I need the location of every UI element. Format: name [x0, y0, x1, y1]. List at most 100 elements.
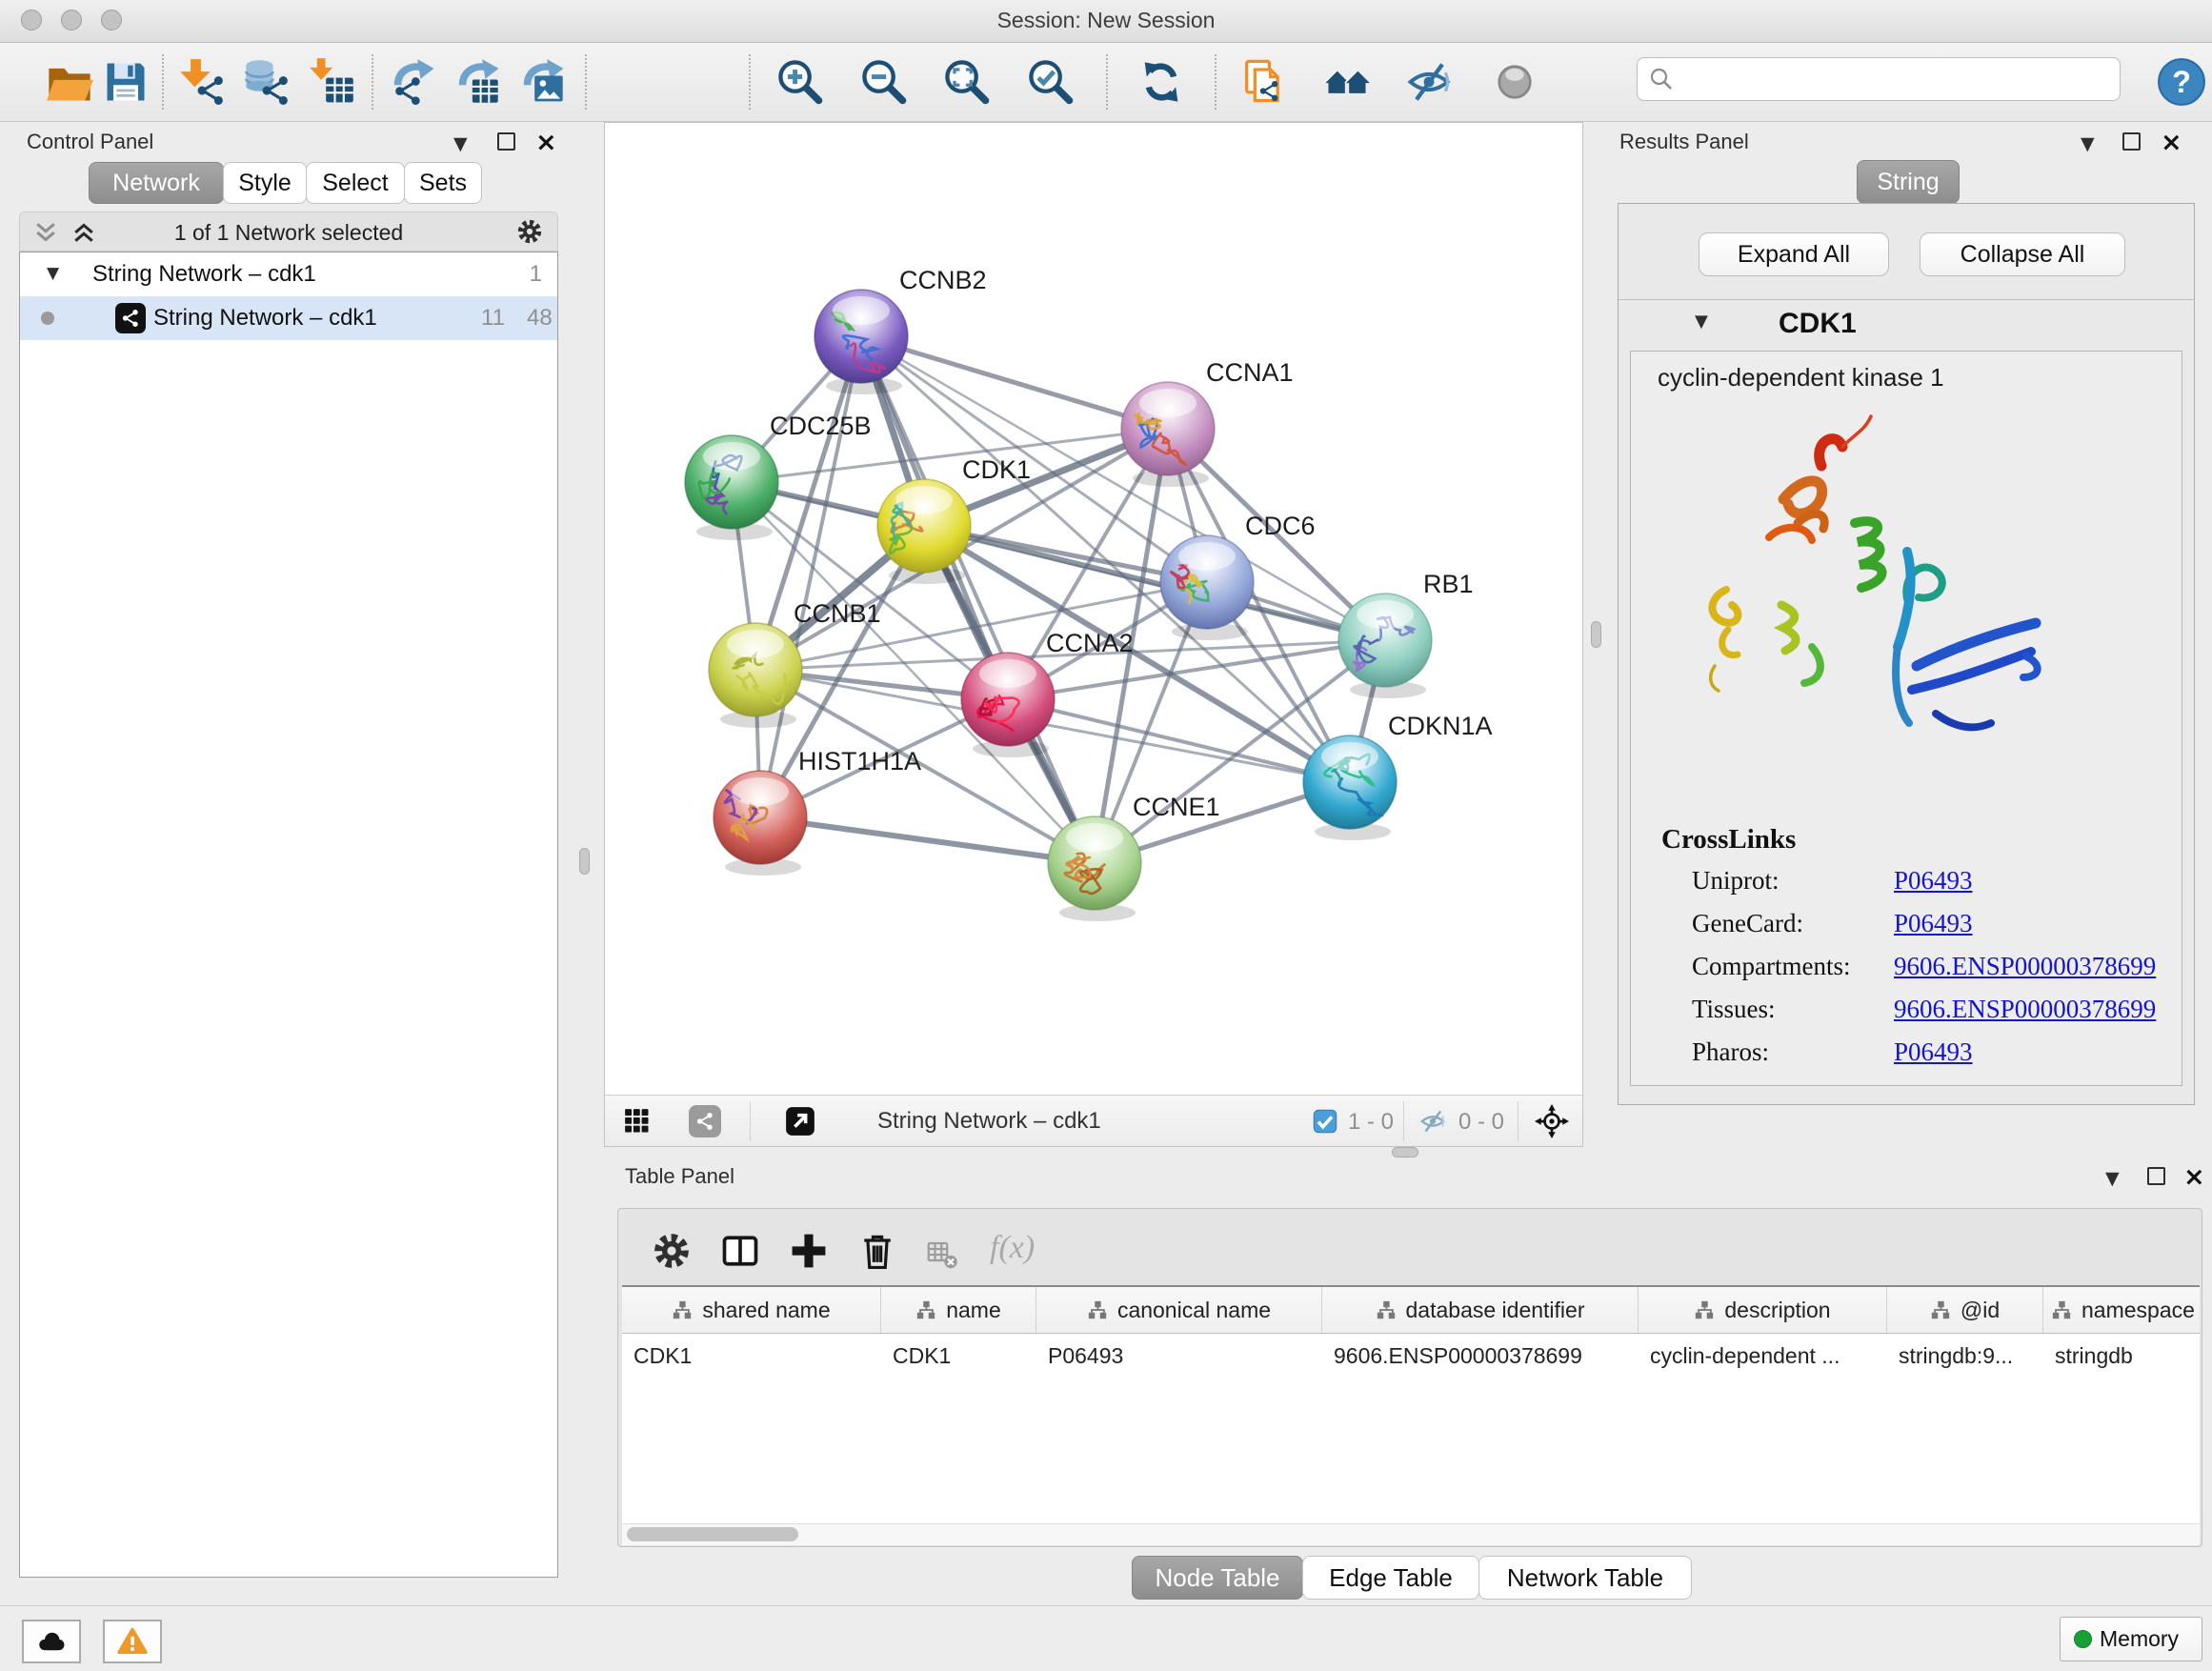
zoom-fit-button[interactable] [940, 55, 994, 109]
close-panel-icon[interactable]: × [2183, 1170, 2205, 1184]
collapse-panel-icon[interactable]: ▼ [2105, 1168, 2120, 1189]
results-button-row: Expand All Collapse All [1619, 204, 2194, 300]
tab-network-table[interactable]: Network Table [1478, 1556, 1692, 1600]
selected-checkbox-icon[interactable] [1312, 1108, 1338, 1135]
network-row-selected[interactable]: String Network – cdk1 11 48 [20, 296, 557, 340]
network-badge-icon[interactable] [689, 1105, 721, 1137]
table-gear-icon[interactable] [651, 1230, 693, 1272]
copy-network-button[interactable] [1237, 55, 1290, 109]
toolbar-separator [372, 54, 373, 110]
control-panel-tabs: Network Style Select Sets [90, 162, 482, 204]
gene-header-row[interactable]: ▼ CDK1 [1619, 300, 2194, 350]
horizontal-splitter-handle[interactable] [1392, 1147, 1418, 1158]
edge-HIST1H1A-CCNE1[interactable] [760, 817, 1095, 863]
refresh-button[interactable] [1135, 55, 1188, 109]
tab-style[interactable]: Style [223, 162, 307, 204]
help-button[interactable] [2155, 55, 2208, 109]
open-session-button[interactable] [43, 55, 96, 109]
expand-all-button[interactable]: Expand All [1699, 232, 1889, 276]
network-canvas[interactable]: CCNB2CCNA1CDC25BCDK1CDC6RB1CCNB1CCNA2CDK… [605, 123, 1582, 1095]
collapse-all-button[interactable]: Collapse All [1920, 232, 2125, 276]
tab-edge-table[interactable]: Edge Table [1302, 1556, 1479, 1600]
memory-button[interactable]: Memory [2060, 1617, 2202, 1661]
network-list-header: 1 of 1 Network selected [19, 211, 558, 252]
open-folder-icon [45, 57, 94, 107]
gene-description: cyclin-dependent kinase 1 [1658, 363, 1944, 393]
node-gloss-highlight [1178, 542, 1236, 571]
column-header[interactable]: namespace [2043, 1287, 2200, 1333]
import-database-button[interactable] [240, 55, 293, 109]
tab-string[interactable]: String [1857, 160, 1960, 204]
tab-select[interactable]: Select [306, 162, 405, 204]
collection-label: String Network – cdk1 [92, 261, 316, 288]
zoom-out-button[interactable] [857, 55, 911, 109]
node-label-CCNB1: CCNB1 [794, 599, 881, 628]
import-network-button[interactable] [175, 55, 229, 109]
table-panel-title: Table Panel [625, 1164, 734, 1189]
toolbar-separator [585, 54, 587, 110]
document-share-icon [1238, 57, 1288, 107]
zoom-selected-icon [1026, 57, 1076, 107]
show-hidden-button[interactable] [1488, 55, 1541, 109]
home-button[interactable] [1320, 55, 1374, 109]
tab-node-table[interactable]: Node Table [1132, 1556, 1303, 1600]
compartments-link[interactable]: 9606.ENSP00000378699 [1894, 952, 2156, 981]
tab-network[interactable]: Network [89, 162, 224, 204]
column-header[interactable]: description [1639, 1287, 1887, 1333]
table-columns-icon[interactable] [719, 1230, 761, 1272]
add-column-icon[interactable] [788, 1230, 830, 1272]
network-label: String Network – cdk1 [153, 305, 377, 332]
vertical-splitter-handle[interactable] [579, 848, 590, 875]
horizontal-scrollbar[interactable] [622, 1523, 2200, 1545]
save-session-button[interactable] [99, 55, 152, 109]
gene-details-box: cyclin-dependent kinase 1 [1630, 351, 2182, 1086]
column-header[interactable]: name [881, 1287, 1036, 1333]
float-panel-icon[interactable] [2147, 1167, 2165, 1185]
network-status-dot [41, 312, 54, 325]
uniprot-link[interactable]: P06493 [1894, 866, 1973, 896]
close-panel-icon[interactable]: × [2161, 135, 2182, 150]
search-input[interactable] [1681, 62, 2114, 96]
import-table-button[interactable] [305, 55, 358, 109]
column-header[interactable]: canonical name [1036, 1287, 1322, 1333]
column-header[interactable]: @id [1887, 1287, 2043, 1333]
grid-view-icon[interactable] [622, 1106, 651, 1135]
hide-selected-button[interactable] [1402, 55, 1456, 109]
gear-icon[interactable] [515, 217, 544, 246]
pharos-link[interactable]: P06493 [1894, 1037, 1973, 1067]
edge-CCNB2-HIST1H1A[interactable] [760, 336, 861, 817]
edge-CCNB2-CCNA1[interactable] [861, 336, 1168, 429]
column-header[interactable]: shared name [622, 1287, 881, 1333]
column-header[interactable]: database identifier [1322, 1287, 1639, 1333]
scrollbar-thumb[interactable] [627, 1527, 798, 1541]
export-table-button[interactable] [453, 55, 507, 109]
network-collection-row[interactable]: ▼ String Network – cdk1 1 [20, 252, 557, 296]
table-row[interactable]: CDK1 CDK1 P06493 9606.ENSP00000378699 cy… [622, 1334, 2200, 1378]
vertical-splitter-handle[interactable] [1591, 621, 1601, 648]
edge-CCNB2-CCNE1[interactable] [861, 336, 1095, 863]
genecard-link[interactable]: P06493 [1894, 909, 1973, 938]
export-image-button[interactable] [518, 55, 572, 109]
tree-expander-icon[interactable]: ▼ [47, 264, 59, 283]
gene-expander-icon[interactable]: ▼ [1695, 312, 1708, 332]
float-panel-icon[interactable] [2122, 132, 2141, 151]
toolbar-separator [162, 54, 164, 110]
delete-column-icon[interactable] [856, 1230, 898, 1272]
delete-table-icon [925, 1238, 959, 1272]
cloud-button[interactable] [22, 1620, 81, 1663]
search-box[interactable] [1637, 57, 2121, 101]
close-panel-icon[interactable]: × [535, 135, 557, 150]
birdseye-icon[interactable] [784, 1105, 816, 1137]
tab-sets[interactable]: Sets [404, 162, 482, 204]
collapse-panel-icon[interactable]: ▼ [453, 133, 468, 154]
tissues-link[interactable]: 9606.ENSP00000378699 [1894, 995, 2156, 1024]
cell-description: cyclin-dependent ... [1639, 1343, 1887, 1369]
network-type-badge [115, 303, 146, 333]
collapse-panel-icon[interactable]: ▼ [2081, 133, 2095, 154]
float-panel-icon[interactable] [497, 132, 515, 151]
zoom-in-button[interactable] [774, 55, 827, 109]
zoom-selected-button[interactable] [1024, 55, 1077, 109]
export-network-button[interactable] [389, 55, 442, 109]
crosshair-icon[interactable] [1535, 1104, 1569, 1138]
warnings-button[interactable] [103, 1620, 162, 1663]
